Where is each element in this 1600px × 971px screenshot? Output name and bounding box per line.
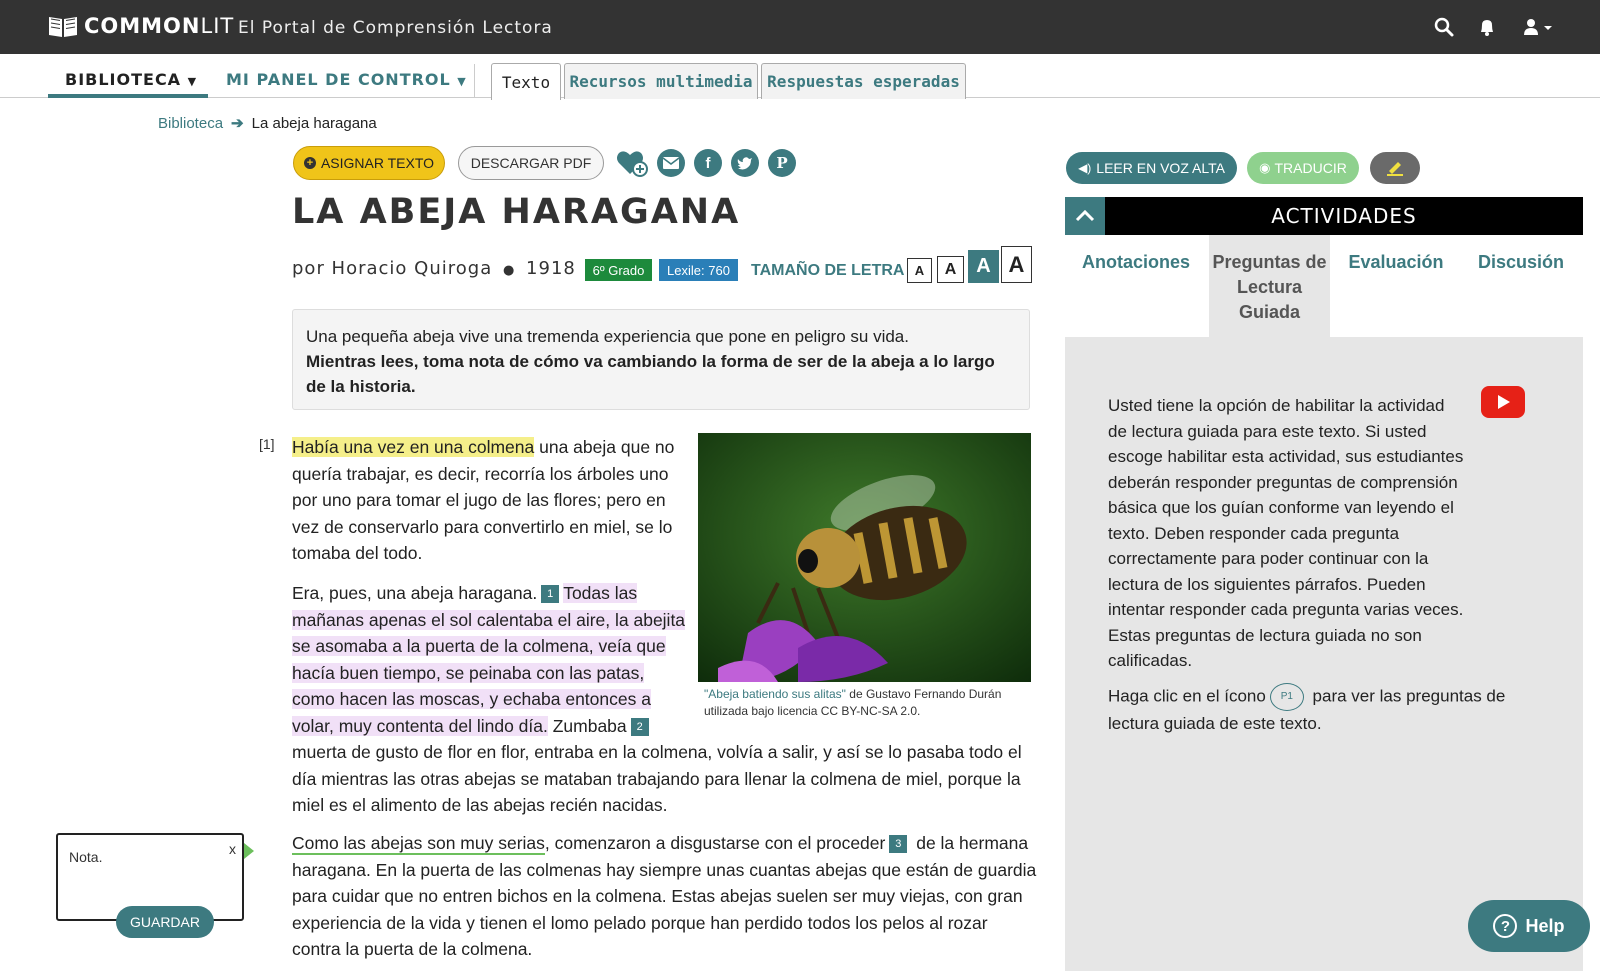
highlight-purple[interactable]: Todas las: [563, 583, 638, 603]
note-pointer: [244, 843, 254, 859]
paragraph-1: Había una vez en una colmena una abeja q…: [292, 437, 675, 563]
tab-text[interactable]: Texto: [491, 63, 561, 100]
grade-badge: 6º Grado: [585, 259, 652, 281]
assign-text-button[interactable]: + ASIGNAR TEXTO: [293, 146, 445, 180]
bell-icon[interactable]: [1476, 16, 1498, 38]
globe-icon: ◉: [1259, 160, 1271, 175]
intro-question: Mientras lees, toma nota de cómo va camb…: [306, 352, 995, 396]
underline-annotation[interactable]: Como las abejas son muy serias: [292, 833, 545, 855]
facebook-icon[interactable]: f: [694, 149, 722, 177]
nav-active-underline: [48, 94, 208, 98]
activities-header: ACTIVIDADES: [1065, 197, 1583, 235]
help-button[interactable]: ? Help: [1468, 900, 1590, 952]
brand-name: COMMONLIT: [84, 14, 235, 38]
heart-plus-icon[interactable]: [616, 148, 648, 178]
nav-dashboard[interactable]: MI PANEL DE CONTROL ▼: [226, 70, 467, 89]
font-size-small-button[interactable]: A: [907, 258, 932, 283]
activities-title: ACTIVIDADES: [1271, 204, 1417, 228]
bee-photo: [698, 433, 1031, 682]
author[interactable]: por Horacio Quiroga: [292, 258, 492, 279]
nav-library[interactable]: BIBLIOTECA ▼: [65, 70, 197, 89]
separator-dot: ●: [502, 263, 516, 278]
question-marker-3[interactable]: 3: [889, 835, 908, 854]
intro-summary: Una pequeña abeja vive una tremenda expe…: [306, 327, 909, 346]
guided-question-icon: P1: [1269, 682, 1304, 711]
plus-circle-icon: +: [303, 157, 316, 169]
caption-link[interactable]: "Abeja batiendo sus alitas": [704, 687, 846, 701]
arrow-right-icon: ➔: [231, 115, 244, 132]
font-size-large-button[interactable]: A: [968, 250, 999, 283]
commonlit-logo[interactable]: COMMONLIT: [48, 14, 234, 38]
question-marker-2[interactable]: 2: [630, 717, 649, 736]
highlight-yellow[interactable]: Había una vez en una colmena: [292, 437, 535, 457]
paragraph-2-continued: muerta de gusto de flor en flor, entraba…: [292, 742, 1022, 815]
highlighter-button[interactable]: [1370, 152, 1420, 184]
top-bar: COMMONLIT El Portal de Comprensión Lecto…: [0, 0, 1600, 54]
read-aloud-button[interactable]: ◀) LEER EN VOZ ALTA: [1066, 152, 1237, 184]
breadcrumb-library-link[interactable]: Biblioteca: [158, 115, 223, 132]
intro-box: Una pequeña abeja vive una tremenda expe…: [292, 309, 1030, 410]
publication-year: 1918: [526, 258, 576, 279]
photo-caption: "Abeja batiendo sus alitas" de Gustavo F…: [704, 687, 1002, 718]
save-note-button[interactable]: GUARDAR: [116, 906, 214, 938]
chevron-up-icon: [1075, 210, 1095, 222]
lexile-badge: Lexile: 760: [659, 259, 738, 281]
close-icon[interactable]: x: [229, 841, 236, 857]
twitter-icon[interactable]: [731, 149, 759, 177]
email-icon[interactable]: [657, 149, 685, 177]
tab-discussion[interactable]: Discusión: [1466, 235, 1576, 337]
tab-assessment[interactable]: Evaluación: [1340, 235, 1452, 337]
font-size-label: TAMAÑO DE LETRA: [751, 262, 905, 279]
tab-guided-reading[interactable]: Preguntas de Lectura Guiada: [1209, 235, 1330, 337]
breadcrumb-current: La abeja haragana: [251, 114, 377, 132]
note-input[interactable]: Nota.: [69, 849, 102, 865]
guided-reading-description: Usted tiene la opción de habilitar la ac…: [1108, 396, 1506, 733]
tab-annotations[interactable]: Anotaciones: [1075, 235, 1197, 337]
tab-answers[interactable]: Respuestas esperadas: [761, 63, 966, 99]
collapse-button[interactable]: [1065, 197, 1105, 235]
tab-media[interactable]: Recursos multimedia: [564, 63, 758, 99]
highlighter-icon: [1387, 162, 1403, 176]
user-icon[interactable]: [1522, 16, 1558, 38]
font-size-medium-button[interactable]: A: [937, 256, 964, 283]
tagline: El Portal de Comprensión Lectora: [238, 18, 553, 38]
paragraph-2: Era, pues, una abeja haragana. 1 Todas las…: [292, 583, 686, 736]
nav-separator: [474, 64, 475, 98]
speaker-icon: ◀): [1078, 161, 1092, 175]
book-icon: [49, 17, 77, 37]
nav-bar: BIBLIOTECA ▼ MI PANEL DE CONTROL ▼ Texto…: [0, 54, 1600, 100]
translate-button[interactable]: ◉ TRADUCIR: [1247, 152, 1359, 184]
download-pdf-button[interactable]: DESCARGAR PDF: [458, 146, 604, 180]
question-marker-1[interactable]: 1: [541, 585, 560, 604]
chevron-down-icon: ▼: [457, 75, 467, 88]
article-title: LA ABEJA HARAGANA: [292, 192, 741, 232]
chevron-down-icon: ▼: [187, 75, 198, 88]
pinterest-icon[interactable]: P: [768, 149, 796, 177]
font-size-xlarge-button[interactable]: A: [1001, 246, 1032, 283]
search-icon[interactable]: [1433, 16, 1455, 38]
article-byline: por Horacio Quiroga ● 1918: [292, 258, 576, 279]
paragraph-3: Como las abejas son muy serias, comenzar…: [292, 833, 1037, 959]
question-icon: ?: [1493, 914, 1518, 938]
paragraph-number: [1]: [259, 436, 275, 452]
guided-reading-panel: Usted tiene la opción de habilitar la ac…: [1065, 337, 1583, 971]
breadcrumb: Biblioteca ➔ La abeja haragana: [158, 114, 377, 133]
